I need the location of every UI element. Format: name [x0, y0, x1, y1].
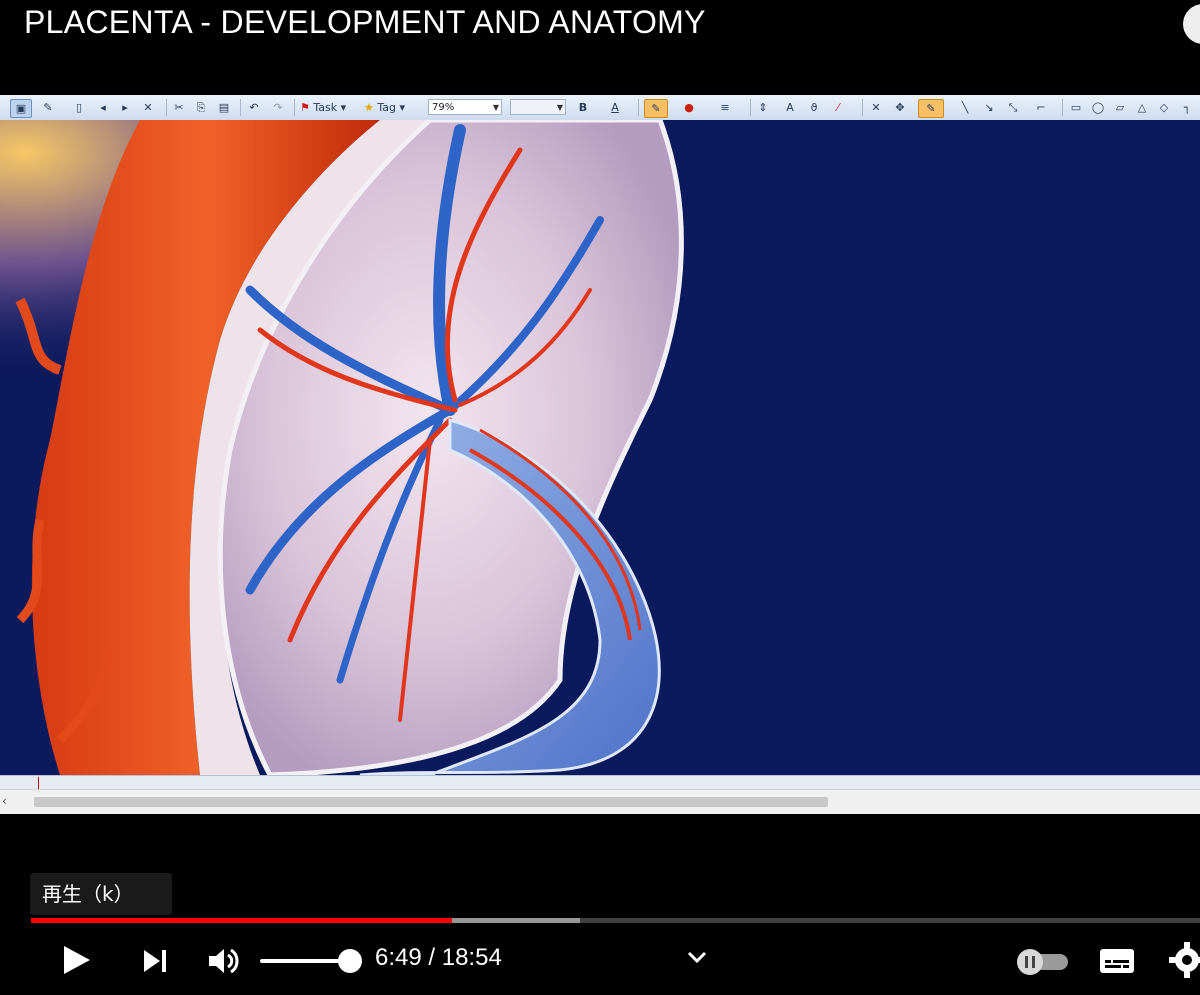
tag-button[interactable]: ★ Tag ▾ — [364, 99, 424, 116]
back-icon[interactable]: ◂ — [96, 99, 110, 116]
line-tool-icon[interactable]: ╲ — [956, 99, 974, 116]
font-color-button[interactable]: A — [604, 99, 626, 116]
toolbar-divider — [294, 99, 295, 116]
chevron-down-icon — [687, 951, 707, 964]
star-icon: ★ — [364, 101, 374, 114]
pen-icon[interactable]: ✎ — [40, 99, 56, 116]
channel-avatar[interactable] — [1183, 4, 1200, 44]
highlight-pen-icon[interactable]: ✎ — [644, 99, 668, 118]
dropdown-arrow-icon: ▾ — [399, 101, 406, 114]
delete-icon[interactable]: ✕ — [868, 99, 884, 116]
redo-icon[interactable]: ↷ — [270, 99, 286, 116]
autoplay-toggle[interactable] — [1014, 948, 1070, 976]
move-icon[interactable]: ✥ — [892, 99, 908, 116]
lasso-icon[interactable]: ϑ — [806, 99, 822, 116]
triangle-icon[interactable]: △ — [1134, 99, 1150, 116]
ellipse-icon[interactable]: ◯ — [1090, 99, 1106, 116]
placenta-illustration — [0, 120, 1200, 775]
progress-played — [31, 918, 452, 923]
time-display: 6:49 / 18:54 — [375, 944, 502, 972]
dropdown-arrow-icon: ▼ — [492, 103, 499, 112]
toolbar-divider — [750, 99, 751, 116]
mute-button[interactable] — [206, 945, 242, 977]
rectangle-icon[interactable]: ▭ — [1068, 99, 1084, 116]
scrollbar-thumb[interactable] — [34, 797, 828, 807]
new-page-icon[interactable]: ▯ — [72, 99, 86, 116]
copy-icon[interactable]: ⎘ — [194, 99, 208, 116]
horizontal-scrollbar[interactable]: ‹ — [0, 789, 1200, 814]
line-weight-icon[interactable]: ≡ — [712, 99, 738, 116]
dropdown-arrow-icon: ▾ — [340, 101, 347, 114]
toolbar-divider — [1062, 99, 1063, 116]
gear-icon — [1169, 942, 1200, 978]
duration: 18:54 — [441, 944, 502, 971]
placenta-illustration-drawing — [0, 120, 1200, 775]
delete-page-icon[interactable]: ✕ — [140, 99, 156, 116]
cut-icon[interactable]: ✂ — [172, 99, 186, 116]
app-toolbar: ▣ ✎ ▯ ◂ ▸ ✕ ✂ ⎘ ▤ ↶ ↷ ⚑ Task ▾ ★ Tag ▾ 7… — [0, 95, 1200, 121]
play-tooltip: 再生（k） — [30, 873, 172, 915]
more-shapes-icon[interactable]: ┐ — [1178, 99, 1196, 116]
paste-icon[interactable]: ▤ — [216, 99, 232, 116]
scroll-left-icon[interactable]: ‹ — [2, 794, 7, 808]
toolbar-divider — [862, 99, 863, 116]
diamond-icon[interactable]: ◇ — [1156, 99, 1172, 116]
subtitles-icon — [1100, 949, 1134, 973]
autoplay-toggle-icon — [1017, 949, 1068, 975]
volume-icon — [209, 948, 239, 974]
play-icon — [64, 946, 90, 974]
flag-icon: ⚑ — [300, 101, 310, 114]
arrow-line-icon[interactable]: ↘ — [980, 99, 998, 116]
parallelogram-icon[interactable]: ▱ — [1112, 99, 1128, 116]
next-icon — [144, 950, 166, 972]
toolbar-divider — [166, 99, 167, 116]
select-tool-icon[interactable]: ▣ — [10, 99, 32, 118]
toolbar-divider — [240, 99, 241, 116]
dropdown-arrow-icon: ▼ — [556, 103, 563, 112]
eraser-icon[interactable]: ⁄ — [828, 99, 848, 116]
chapters-button[interactable] — [686, 948, 708, 966]
zoom-select[interactable]: 79% ▼ — [428, 99, 502, 115]
volume-slider[interactable] — [260, 959, 350, 963]
tag-label: Tag — [377, 101, 396, 114]
page-marker — [38, 777, 39, 789]
font-select[interactable]: ▼ — [510, 99, 566, 115]
app-status-bar — [0, 775, 1200, 790]
undo-icon[interactable]: ↶ — [246, 99, 262, 116]
zoom-value: 79% — [432, 102, 455, 113]
spell-check-icon[interactable]: A — [780, 99, 800, 116]
task-button[interactable]: ⚑ Task ▾ — [300, 99, 360, 116]
bold-button[interactable]: B — [576, 99, 590, 116]
volume-slider-handle[interactable] — [338, 949, 362, 973]
progress-bar[interactable] — [31, 918, 1200, 923]
double-arrow-icon[interactable]: ⤡ — [1004, 99, 1022, 116]
fill-color-icon[interactable]: ● — [678, 99, 700, 116]
toolbar-divider — [638, 99, 639, 116]
spacing-icon[interactable]: ⇕ — [756, 99, 770, 116]
next-button[interactable] — [140, 946, 170, 976]
subtitles-button[interactable] — [1098, 946, 1136, 976]
task-label: Task — [313, 101, 338, 114]
play-button[interactable] — [58, 942, 94, 978]
forward-icon[interactable]: ▸ — [118, 99, 132, 116]
current-time: 6:49 — [375, 944, 422, 971]
connector-icon[interactable]: ⌐ — [1028, 99, 1054, 116]
video-title: PLACENTA - DEVELOPMENT AND ANATOMY — [24, 4, 706, 40]
settings-button[interactable] — [1168, 942, 1200, 978]
embedded-app-window: ▣ ✎ ▯ ◂ ▸ ✕ ✂ ⎘ ▤ ↶ ↷ ⚑ Task ▾ ★ Tag ▾ 7… — [0, 95, 1200, 815]
time-separator: / — [428, 944, 436, 971]
pen-color-icon[interactable]: ✎ — [918, 99, 944, 118]
